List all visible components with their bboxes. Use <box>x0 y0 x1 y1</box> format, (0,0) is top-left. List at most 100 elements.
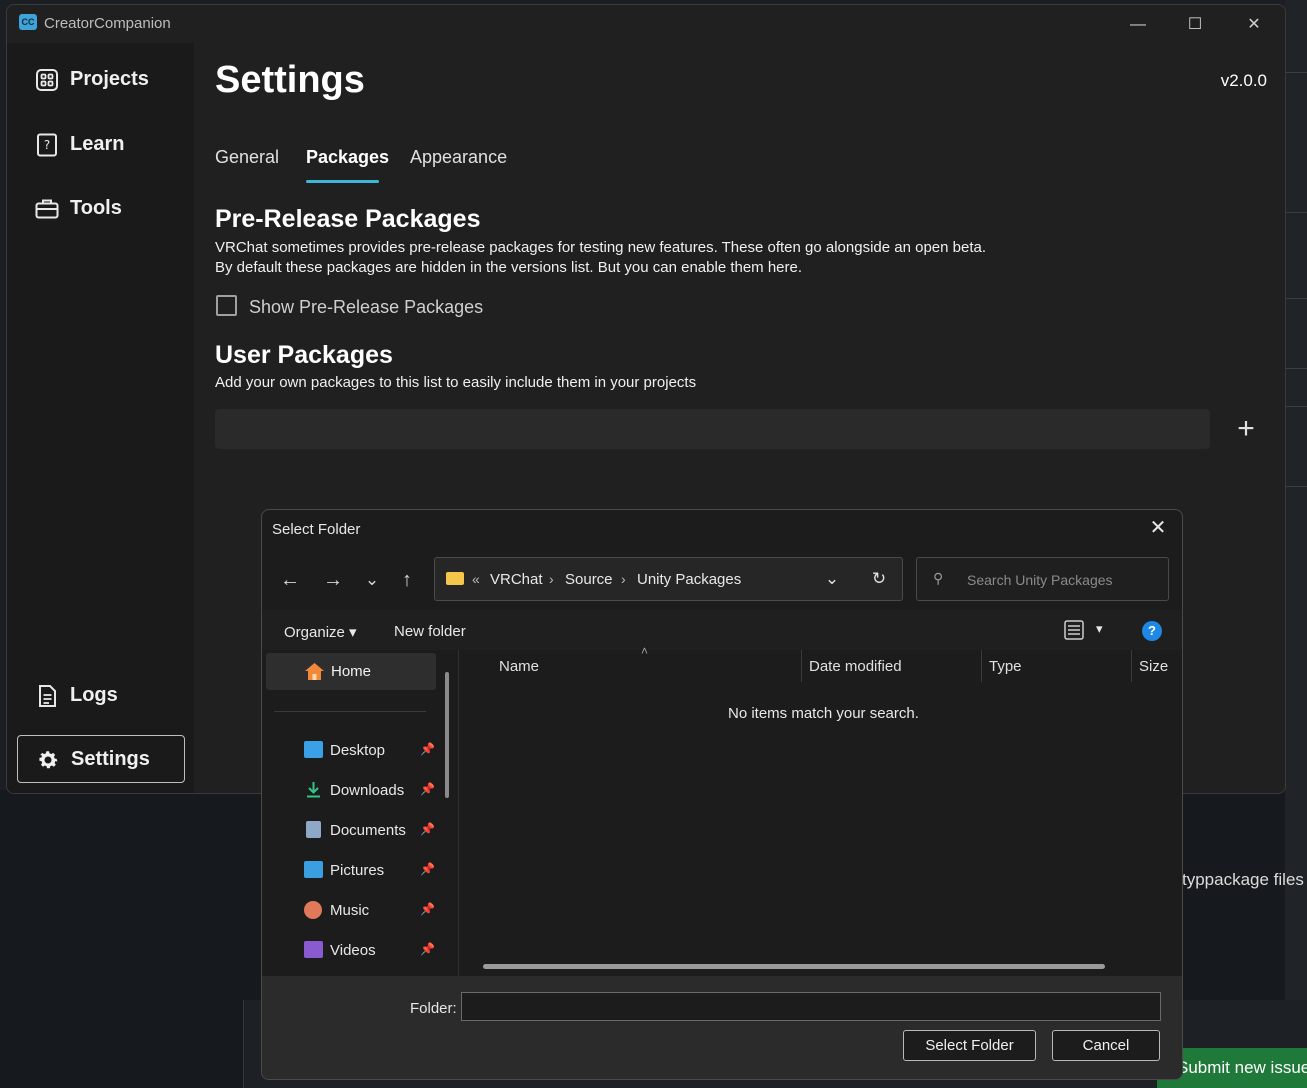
tree-item-label: Documents <box>330 822 406 839</box>
sidebar: Projects ? Learn Tools Logs Settings <box>7 43 194 793</box>
close-button[interactable]: ✕ <box>1231 11 1277 39</box>
tools-icon <box>35 199 59 219</box>
tree-item-downloads[interactable]: Downloads 📌 <box>302 776 452 806</box>
column-size[interactable]: Size <box>1139 658 1168 675</box>
desktop-icon <box>304 741 323 758</box>
select-folder-button[interactable]: Select Folder <box>903 1030 1036 1061</box>
prerelease-heading: Pre-Release Packages <box>215 205 481 233</box>
tree-divider <box>274 711 426 712</box>
add-package-button[interactable]: + <box>1232 414 1260 444</box>
downloads-icon <box>307 782 320 798</box>
title-bar: CC CreatorCompanion — ☐ ✕ <box>7 5 1285 43</box>
new-folder-button[interactable]: New folder <box>394 623 466 640</box>
sidebar-item-logs[interactable]: Logs <box>17 672 185 720</box>
overflow-chevron[interactable]: « <box>472 571 480 587</box>
pin-icon: 📌 <box>420 782 435 796</box>
cancel-button[interactable]: Cancel <box>1052 1030 1160 1061</box>
user-packages-list <box>215 409 1210 449</box>
folder-label: Folder: <box>410 1000 457 1017</box>
sidebar-item-tools[interactable]: Tools <box>17 185 185 233</box>
forward-button[interactable]: → <box>320 567 346 593</box>
tab-packages[interactable]: Packages <box>306 147 389 168</box>
background-divider <box>1285 298 1307 299</box>
column-separator[interactable] <box>801 650 802 682</box>
recent-locations-button[interactable]: ⌄ <box>359 567 385 593</box>
tree-item-label: Desktop <box>330 742 386 759</box>
back-button[interactable]: ← <box>277 567 303 593</box>
pin-icon: 📌 <box>420 942 435 956</box>
learn-icon: ? <box>37 133 57 157</box>
window-title: CreatorCompanion <box>44 15 171 32</box>
tree-item-label: Downloads <box>330 782 405 799</box>
organize-button[interactable]: Organize ▾ <box>284 623 357 641</box>
tree-item-label: Pictures <box>330 862 385 879</box>
column-separator[interactable] <box>981 650 982 682</box>
breadcrumb-unity-packages[interactable]: Unity Packages <box>637 571 741 588</box>
navigation-pane: Home Desktop 📌 Downloads 📌 Documents 📌 P… <box>262 650 459 976</box>
folder-input[interactable] <box>461 992 1161 1021</box>
dialog-title: Select Folder <box>272 521 361 538</box>
prerelease-checkbox-label[interactable]: Show Pre-Release Packages <box>249 297 483 318</box>
projects-icon <box>36 69 58 91</box>
minimize-button[interactable]: — <box>1115 11 1161 39</box>
column-date-modified[interactable]: Date modified <box>809 658 902 675</box>
background-right-panel <box>1285 0 1307 1088</box>
background-divider <box>1285 368 1307 369</box>
chevron-down-icon[interactable]: ⌄ <box>821 568 843 590</box>
tree-item-videos[interactable]: Videos 📌 <box>302 936 452 966</box>
prerelease-checkbox[interactable] <box>216 295 237 316</box>
prerelease-description: VRChat sometimes provides pre-release pa… <box>215 239 987 256</box>
search-input[interactable]: ⚲ Search Unity Packages <box>916 557 1169 601</box>
empty-message: No items match your search. <box>728 705 919 722</box>
pin-icon: 📌 <box>420 822 435 836</box>
tree-home-label: Home <box>331 663 372 680</box>
active-tab-indicator <box>306 180 379 183</box>
horizontal-scrollbar[interactable] <box>483 964 1105 969</box>
address-bar[interactable]: « VRChat › Source › Unity Packages ⌄ ↻ <box>434 557 903 601</box>
tree-item-music[interactable]: Music 📌 <box>302 896 452 926</box>
sidebar-item-label: Tools <box>70 197 122 219</box>
background-divider <box>1285 486 1307 487</box>
breadcrumb-separator: › <box>549 571 554 587</box>
column-type[interactable]: Type <box>989 658 1022 675</box>
sidebar-item-settings[interactable]: Settings <box>17 735 185 783</box>
pictures-icon <box>304 861 323 878</box>
tree-item-documents[interactable]: Documents 📌 <box>302 816 452 846</box>
sidebar-item-label: Learn <box>70 133 125 155</box>
background-divider <box>1285 406 1307 407</box>
tree-item-pictures[interactable]: Pictures 📌 <box>302 856 452 886</box>
breadcrumb-vrchat[interactable]: VRChat <box>490 571 543 588</box>
sidebar-item-projects[interactable]: Projects <box>17 56 185 104</box>
up-button[interactable]: ↑ <box>394 567 420 593</box>
column-separator[interactable] <box>1131 650 1132 682</box>
gear-icon <box>39 751 58 769</box>
column-name[interactable]: Name <box>499 658 539 675</box>
music-icon <box>304 901 322 919</box>
background-divider <box>1285 72 1307 73</box>
page-title: Settings <box>215 59 365 101</box>
app-logo-icon: CC <box>19 14 37 30</box>
view-caret-icon[interactable]: ▾ <box>1096 621 1103 637</box>
help-icon[interactable]: ? <box>1142 621 1162 641</box>
svg-text:?: ? <box>44 138 50 152</box>
tree-item-label: Music <box>330 902 370 919</box>
tab-appearance[interactable]: Appearance <box>410 147 507 168</box>
sidebar-item-label: Projects <box>70 68 149 90</box>
tab-general[interactable]: General <box>215 147 279 168</box>
pin-icon: 📌 <box>420 902 435 916</box>
refresh-icon[interactable]: ↻ <box>868 568 890 590</box>
view-options-icon[interactable] <box>1064 620 1084 640</box>
column-headers: Name ˄ Date modified Type Size <box>459 644 1182 684</box>
sort-indicator-icon: ˄ <box>641 644 649 658</box>
maximize-button[interactable]: ☐ <box>1172 11 1218 39</box>
folder-icon <box>446 572 464 585</box>
prerelease-description-2: By default these packages are hidden in … <box>215 259 803 276</box>
sidebar-item-learn[interactable]: ? Learn <box>17 121 185 169</box>
tree-item-home[interactable]: Home <box>266 653 436 690</box>
background-divider <box>1285 212 1307 213</box>
tree-item-desktop[interactable]: Desktop 📌 <box>302 736 452 766</box>
dialog-close-button[interactable]: ✕ <box>1146 516 1170 540</box>
pin-icon: 📌 <box>420 862 435 876</box>
user-packages-description: Add your own packages to this list to ea… <box>215 374 697 391</box>
breadcrumb-source[interactable]: Source <box>565 571 613 588</box>
